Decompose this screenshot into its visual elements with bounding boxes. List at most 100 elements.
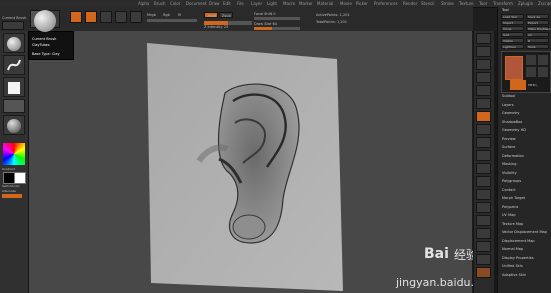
menu-item-render[interactable]: Render [403, 0, 417, 7]
actual-button[interactable] [476, 85, 491, 96]
tool-subpalette-subtool[interactable]: Subtool [502, 93, 515, 99]
lsym-button[interactable] [476, 150, 491, 161]
draw-size-slider[interactable] [254, 27, 300, 30]
rgb-toggle[interactable]: Rgb [163, 13, 170, 17]
tool-button-visible[interactable]: Visible [501, 38, 524, 43]
persp-button[interactable] [476, 111, 491, 122]
rotate-button[interactable] [130, 11, 142, 23]
tool-subpalette-unified-skin[interactable]: Unified Skin [502, 263, 523, 269]
brush-slot[interactable] [3, 33, 25, 53]
rgb-intensity-slider[interactable] [147, 19, 197, 22]
tool-button-make-polymesh3d[interactable]: Make PolyMesh3D [526, 26, 551, 31]
menu-item-document[interactable]: Document [186, 0, 207, 7]
tool-button-export[interactable]: Export [526, 20, 549, 25]
menu-item-edit[interactable]: Edit [223, 0, 231, 7]
tool-button-tools[interactable]: Tools [526, 44, 549, 49]
floor-button[interactable] [476, 124, 491, 135]
tool-thumb-2[interactable] [526, 55, 536, 65]
tool-button-load-tool[interactable]: Load Tool [501, 14, 524, 19]
tool-subpalette-displacement-map[interactable]: Displacement Map [502, 238, 535, 244]
scroll-button[interactable] [476, 59, 491, 70]
bpr-button[interactable] [476, 33, 491, 44]
menu-item-tool[interactable]: Tool [479, 0, 487, 7]
current-tool-thumbnail[interactable] [505, 56, 523, 80]
tool-button-lightbox[interactable]: Lightbox [501, 44, 524, 49]
menu-item-stencil[interactable]: Stencil [421, 0, 435, 7]
frame-button[interactable] [476, 176, 491, 187]
rotate-view-button[interactable] [476, 215, 491, 226]
aahalf-button[interactable] [476, 98, 491, 109]
menu-item-alpha[interactable]: Alpha [138, 0, 149, 7]
tool-subpalette-layers[interactable]: Layers [502, 102, 514, 108]
tool-subpalette-contact[interactable]: Contact [502, 187, 516, 193]
tool-button-all[interactable]: All [526, 32, 549, 37]
tool-subpalette-uv-map[interactable]: UV Map [502, 212, 515, 218]
tool-subpalette-geometry-hd[interactable]: Geometry HD [502, 127, 526, 133]
polyf-button[interactable] [476, 228, 491, 239]
menu-item-movie[interactable]: Movie [340, 0, 352, 7]
move-button[interactable] [100, 11, 112, 23]
document-canvas[interactable]: Bai 经验 jingyan.baidu.com [29, 31, 498, 293]
tool-subpalette-surface[interactable]: Surface [502, 144, 515, 150]
menu-item-material[interactable]: Material [317, 0, 333, 7]
tool-button-save-as[interactable]: Save As [526, 14, 549, 19]
texture-slot[interactable] [3, 99, 25, 113]
zsub-button[interactable]: Zsub [219, 12, 233, 18]
solo-button[interactable] [476, 254, 491, 265]
mrgb-toggle[interactable]: Mrgb [147, 13, 156, 17]
menu-item-layer[interactable]: Layer [251, 0, 262, 7]
xyz-button[interactable] [476, 163, 491, 174]
local-button[interactable] [476, 137, 491, 148]
tool-subpalette-vector-displacement-map[interactable]: Vector Displacement Map [502, 229, 547, 235]
tool-thumb-3[interactable] [538, 55, 548, 65]
tool-button-goz[interactable]: GoZ [501, 32, 524, 37]
focal-shift-slider[interactable] [254, 17, 300, 20]
tool-subpalette-adaptive-skin[interactable]: Adaptive Skin [502, 272, 526, 278]
tool-subpalette-visibility[interactable]: Visibility [502, 170, 517, 176]
zadd-button[interactable]: Zadd [204, 12, 218, 18]
tool-subpalette-polygroups[interactable]: Polygroups [502, 178, 521, 184]
secondary-color-swatch[interactable] [14, 172, 26, 184]
switch-color-label[interactable]: SwitchColor [2, 184, 20, 188]
m-toggle[interactable]: M [178, 13, 181, 17]
menu-item-transform[interactable]: Transform [493, 0, 513, 7]
tool-thumb-5[interactable] [538, 67, 548, 77]
draw-button[interactable] [85, 11, 97, 23]
tool-subpalette-normal-map[interactable]: Normal Map [502, 246, 523, 252]
material-slot[interactable] [3, 115, 25, 135]
tool-button-import[interactable]: Import [501, 20, 524, 25]
tool-thumb-4[interactable] [526, 67, 536, 77]
sculpt-viewport[interactable] [29, 31, 472, 293]
xpose-button[interactable] [476, 267, 491, 278]
menu-item-file[interactable]: File [237, 0, 244, 7]
color-fill-bar[interactable] [2, 194, 22, 198]
tool-subpalette-masking[interactable]: Masking [502, 161, 516, 167]
scale-view-button[interactable] [476, 202, 491, 213]
scale-button[interactable] [115, 11, 127, 23]
menu-item-color[interactable]: Color [170, 0, 180, 7]
menu-item-picker[interactable]: Picker [356, 0, 368, 7]
edit-button[interactable] [70, 11, 82, 23]
menu-item-marker[interactable]: Marker [299, 0, 313, 7]
tool-subpalette-texture-map[interactable]: Texture Map [502, 221, 523, 227]
tool-subpalette-morph-target[interactable]: Morph Target [502, 195, 525, 201]
menu-item-zplugin[interactable]: Zplugin [518, 0, 533, 7]
tool-subpalette-preview[interactable]: Preview [502, 136, 516, 142]
menu-item-texture[interactable]: Texture [459, 0, 474, 7]
move-view-button[interactable] [476, 189, 491, 200]
projection-master-button[interactable] [2, 21, 24, 30]
menu-item-macro[interactable]: Macro [283, 0, 295, 7]
spix-button[interactable] [476, 46, 491, 57]
tool-subpalette-polypaint[interactable]: Polypaint [502, 204, 518, 210]
menu-item-light[interactable]: Light [267, 0, 277, 7]
subtool-thumbnail[interactable] [510, 80, 526, 90]
tool-button-clone[interactable]: Clone [501, 26, 524, 31]
menu-item-draw[interactable]: Draw [209, 0, 219, 7]
menu-item-brush[interactable]: Brush [154, 0, 166, 7]
menu-item-stroke[interactable]: Stroke [441, 0, 454, 7]
tool-button-r[interactable]: R [526, 38, 549, 43]
tool-subpalette-deformation[interactable]: Deformation [502, 153, 524, 159]
tool-subpalette-display-properties[interactable]: Display Properties [502, 255, 534, 261]
alpha-slot[interactable] [3, 77, 25, 97]
menu-item-zscript[interactable]: Zscript [538, 0, 551, 7]
